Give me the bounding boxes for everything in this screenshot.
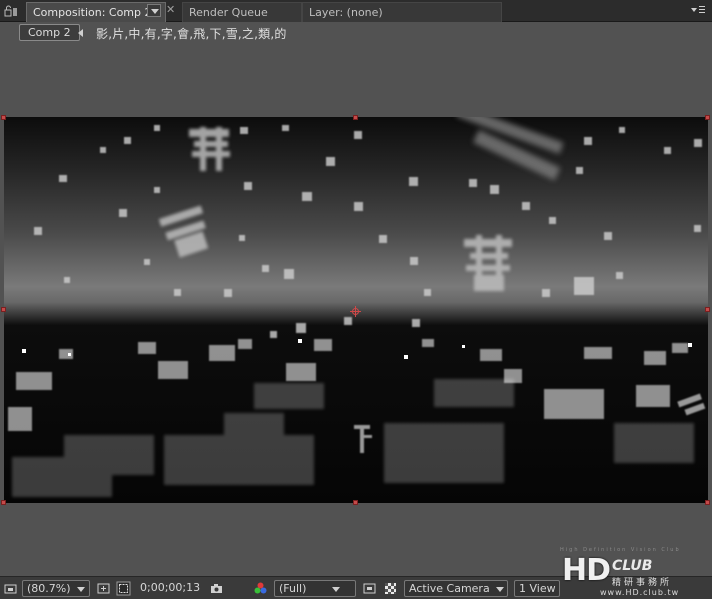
watermark-cjk: 精研事務所 bbox=[612, 578, 673, 588]
tab-render-queue[interactable]: Render Queue bbox=[182, 2, 302, 22]
frame-handle-bottom-right[interactable] bbox=[705, 500, 710, 505]
view-layout-dropdown[interactable]: 1 View bbox=[514, 580, 560, 597]
frame-handle-bottom-left[interactable] bbox=[1, 500, 6, 505]
frame-handle-middle-right[interactable] bbox=[705, 307, 710, 312]
panel-menu-icon[interactable] bbox=[690, 4, 706, 16]
always-preview-icon[interactable] bbox=[3, 581, 18, 596]
frame-handle-bottom-center[interactable] bbox=[353, 500, 358, 505]
composition-breadcrumb: Comp 2 影,片,中,有,字,會,飛,下,雪,之,類,的 bbox=[0, 22, 712, 44]
region-of-interest-icon[interactable] bbox=[116, 581, 131, 596]
tab-render-queue-label: Render Queue bbox=[189, 6, 268, 19]
frame-handle-top-left[interactable] bbox=[1, 115, 6, 120]
resolution-value: (Full) bbox=[279, 582, 307, 595]
crosshair-icon bbox=[350, 306, 361, 317]
zoom-dropdown[interactable]: (80.7%) bbox=[22, 580, 90, 597]
camera-view-dropdown[interactable]: Active Camera bbox=[404, 580, 508, 597]
composition-viewer[interactable] bbox=[0, 44, 712, 574]
breadcrumb-layer-names: 影,片,中,有,字,會,飛,下,雪,之,類,的 bbox=[96, 27, 287, 41]
frame-handle-top-right[interactable] bbox=[705, 115, 710, 120]
breadcrumb-arrow-icon[interactable] bbox=[78, 29, 83, 37]
tab-layer[interactable]: Layer: (none) bbox=[302, 2, 502, 22]
close-icon[interactable]: ✕ bbox=[166, 3, 175, 16]
panel-tab-bar: Composition: Comp 2 ✕ Render Queue Layer… bbox=[0, 0, 712, 22]
fit-frame-icon[interactable] bbox=[96, 581, 111, 596]
fast-previews-icon[interactable] bbox=[362, 581, 377, 596]
tab-layer-label: Layer: (none) bbox=[309, 6, 383, 19]
timecode-display[interactable]: 0;00;00;13 bbox=[140, 580, 200, 597]
resolution-dropdown[interactable]: (Full) bbox=[274, 580, 356, 597]
view-layout-value: 1 View bbox=[519, 582, 556, 595]
frame-handle-middle-left[interactable] bbox=[1, 307, 6, 312]
camera-icon[interactable] bbox=[209, 581, 224, 596]
frame-handle-top-center[interactable] bbox=[353, 115, 358, 120]
tab-composition-label: Composition: Comp 2 bbox=[33, 6, 152, 19]
comp-button[interactable]: Comp 2 bbox=[19, 24, 80, 41]
tab-composition[interactable]: Composition: Comp 2 bbox=[26, 2, 166, 22]
transparency-grid-icon[interactable] bbox=[383, 581, 398, 596]
watermark-logo: HD bbox=[562, 553, 611, 588]
chevron-down-icon bbox=[495, 586, 504, 592]
lock-icon[interactable] bbox=[4, 5, 18, 17]
camera-view-value: Active Camera bbox=[409, 582, 490, 595]
watermark-club: CLUB bbox=[612, 558, 653, 574]
chevron-down-icon bbox=[332, 586, 341, 592]
tab-menu-dropdown[interactable] bbox=[147, 4, 161, 17]
watermark-url: www.HD.club.tw bbox=[600, 588, 680, 597]
color-channels-icon[interactable] bbox=[253, 581, 268, 596]
zoom-value: (80.7%) bbox=[27, 582, 71, 595]
chevron-down-icon bbox=[76, 586, 85, 592]
